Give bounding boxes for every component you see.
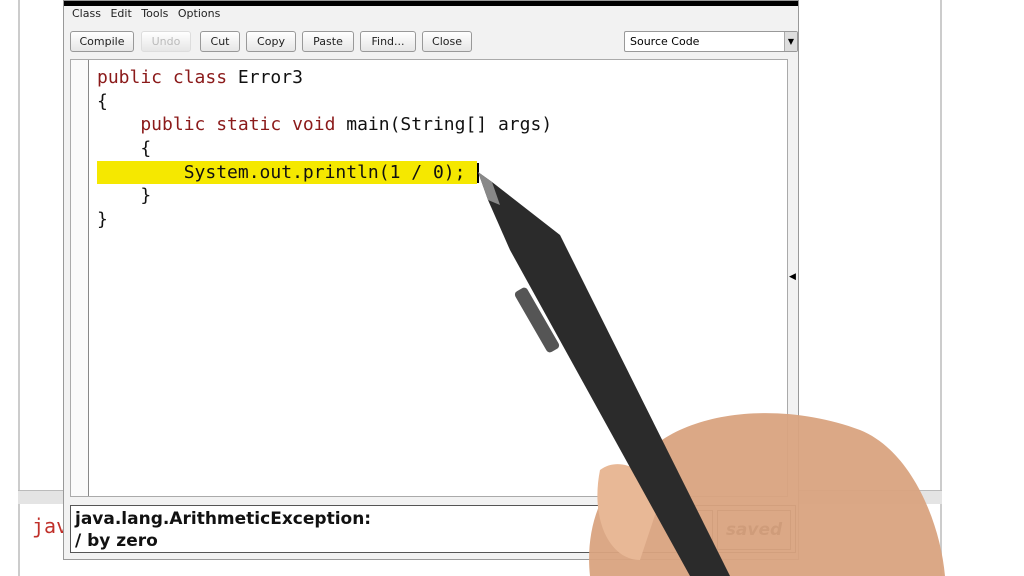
hand-with-stylus xyxy=(478,172,945,576)
